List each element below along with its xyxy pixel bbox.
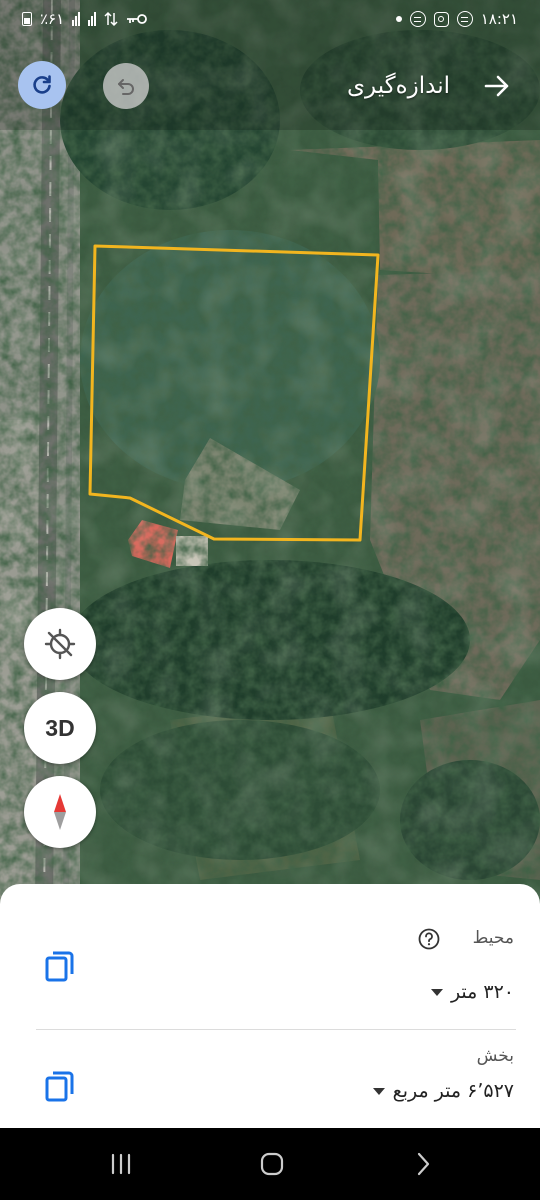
refresh-icon: [33, 75, 51, 94]
battery-percentage: ٪۶۱: [40, 10, 65, 28]
area-label: بخش: [476, 1046, 514, 1066]
instagram-icon: [433, 11, 449, 27]
recents-icon: [111, 1153, 131, 1175]
perimeter-row: محیط ۳۲۰ متر: [0, 884, 540, 1030]
refresh-button[interactable]: [18, 61, 66, 109]
header: اندازه‌گیری: [347, 66, 514, 106]
location-button[interactable]: [24, 608, 96, 680]
undo-icon: [118, 79, 134, 95]
recents-button[interactable]: [99, 1146, 143, 1182]
back-button[interactable]: [480, 69, 514, 103]
arrow-right-icon: [484, 75, 509, 97]
copy-perimeter-button[interactable]: [40, 946, 80, 986]
perimeter-label: محیط: [472, 928, 514, 948]
area-value: ۶٬۵۲۷ متر مربع: [392, 1080, 514, 1102]
copy-area-button[interactable]: [40, 1066, 80, 1106]
data-arrows-icon: [104, 11, 118, 27]
area-value-selector[interactable]: ۶٬۵۲۷ متر مربع: [372, 1080, 514, 1102]
perimeter-value-selector[interactable]: ۳۲۰ متر: [430, 981, 514, 1003]
compass-button[interactable]: [24, 776, 96, 848]
copy-icon: [45, 951, 74, 982]
key-icon: [127, 14, 148, 24]
location-disabled-icon: [44, 628, 76, 660]
app-notification-icon-2: [456, 11, 473, 27]
area-row: بخش ۶٬۵۲۷ متر مربع: [0, 1030, 540, 1128]
dropdown-caret-icon: [372, 1087, 385, 1095]
dropdown-caret-icon: [430, 988, 443, 996]
copy-icon: [45, 1071, 74, 1102]
map-imagery: [0, 0, 540, 910]
home-icon: [260, 1152, 284, 1176]
signal-icon: [72, 12, 81, 26]
system-nav-bar: [0, 1128, 540, 1200]
satellite-map[interactable]: [0, 0, 540, 910]
view-3d-button[interactable]: 3D: [24, 692, 96, 764]
status-right: ۱۸:۲۱: [395, 10, 518, 28]
signal-icon-2: [88, 12, 97, 26]
perimeter-value: ۳۲۰ متر: [450, 981, 514, 1003]
status-bar: ٪۶۱ ۱۸:۲۱: [0, 0, 540, 44]
back-icon: [417, 1152, 430, 1176]
screen: ٪۶۱ ۱۸:۲۱: [0, 0, 540, 1200]
view-3d-label: 3D: [45, 714, 75, 741]
undo-button[interactable]: [103, 63, 149, 109]
help-icon[interactable]: [418, 928, 440, 950]
clock: ۱۸:۲۱: [480, 10, 518, 28]
app-notification-icon: [409, 11, 426, 27]
home-button[interactable]: [250, 1146, 294, 1182]
dot-icon: [395, 16, 402, 22]
page-title: اندازه‌گیری: [347, 73, 450, 99]
status-left: ٪۶۱: [22, 10, 148, 28]
nav-back-button[interactable]: [401, 1146, 445, 1182]
battery-icon: [22, 12, 32, 26]
compass-icon: [54, 794, 66, 830]
measurement-sheet: محیط ۳۲۰ متر بخش ۶٬۵۲۷ متر مربع: [0, 884, 540, 1128]
